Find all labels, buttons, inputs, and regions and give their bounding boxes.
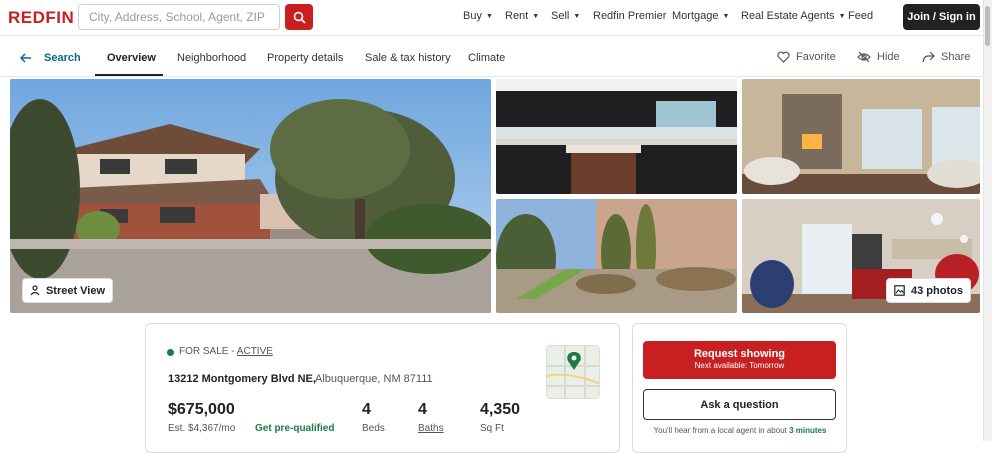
scrollbar-thumb[interactable]: [985, 6, 990, 46]
chevron-down-icon: ▼: [722, 13, 730, 20]
tab-sale-tax-history[interactable]: Sale & tax history: [365, 52, 451, 64]
join-sign-in-button[interactable]: Join / Sign in: [903, 4, 980, 30]
nav-rent-label: Rent: [505, 10, 529, 22]
listing-price: $675,000: [168, 401, 235, 418]
street-address: 13212 Montgomery Blvd NE,: [168, 373, 316, 385]
status-active: ACTIVE: [236, 346, 273, 357]
status-prefix: FOR SALE -: [179, 346, 237, 357]
street-view-button[interactable]: Street View: [22, 278, 113, 303]
nav-feed-label: Feed: [848, 10, 874, 22]
note-prefix: You'll hear from a local agent in about: [653, 426, 790, 435]
get-prequalified-link[interactable]: Get pre-qualified: [255, 423, 334, 434]
redfin-logo[interactable]: REDFIN: [8, 8, 74, 28]
nav-redfin-premier[interactable]: Redfin Premier: [593, 10, 666, 22]
chevron-down-icon: ▼: [573, 13, 581, 20]
listing-status: FOR SALE - ACTIVE: [179, 346, 273, 357]
share-icon: [922, 51, 935, 63]
nav-mortgage-label: Mortgage: [672, 10, 719, 22]
nav-buy[interactable]: Buy ▼: [463, 10, 493, 22]
beds-label: Beds: [362, 423, 385, 434]
kitchen-photo[interactable]: [496, 79, 737, 194]
nav-real-estate-agents-label: Real Estate Agents: [741, 10, 835, 22]
backyard-photo[interactable]: [496, 199, 737, 313]
search-input[interactable]: [79, 5, 279, 29]
request-showing-subtext: Next available: Tomorrow: [694, 361, 785, 370]
image-icon: [894, 285, 905, 296]
page-scrollbar[interactable]: [983, 0, 992, 441]
tab-overview[interactable]: Overview: [107, 52, 156, 64]
search-button[interactable]: [285, 4, 313, 30]
city-address: Albuquerque, NM 87111: [315, 373, 433, 385]
estimated-payment: Est. $4,367/mo: [168, 423, 236, 434]
back-to-search-link[interactable]: Search: [20, 52, 81, 64]
back-label: Search: [44, 52, 81, 64]
favorite-label: Favorite: [796, 51, 836, 63]
nav-mortgage[interactable]: Mortgage ▼: [672, 10, 729, 22]
agent-response-note: You'll hear from a local agent in about …: [639, 426, 841, 435]
status-dot: [167, 349, 174, 356]
request-showing-button[interactable]: Request showing Next available: Tomorrow: [643, 341, 836, 379]
note-time: 3 minutes: [789, 426, 827, 435]
contact-agent-card: Request showing Next available: Tomorrow…: [632, 323, 847, 453]
top-header: REDFIN Buy▼ Rent▼ Sell▼ Redfin Premier M…: [0, 0, 992, 36]
arrow-left-icon: [20, 53, 31, 63]
street-view-label: Street View: [45, 284, 106, 297]
sqft-label: Sq Ft: [480, 423, 504, 434]
hide-button[interactable]: Hide: [857, 51, 900, 63]
beds-value: 4: [362, 401, 371, 418]
nav-buy-label: Buy: [463, 10, 482, 22]
chevron-down-icon: ▼: [532, 13, 540, 20]
chevron-down-icon: ▼: [485, 13, 493, 20]
tab-climate[interactable]: Climate: [468, 52, 505, 64]
person-icon: [30, 285, 40, 296]
living-room-photo[interactable]: [742, 79, 980, 194]
share-label: Share: [941, 51, 971, 63]
active-tab-underline: [95, 74, 163, 76]
sqft-value: 4,350: [480, 401, 521, 418]
nav-rent[interactable]: Rent ▼: [505, 10, 539, 22]
search-box[interactable]: [78, 4, 280, 30]
baths-label[interactable]: Baths: [418, 423, 444, 434]
tab-neighborhood[interactable]: Neighborhood: [177, 52, 246, 64]
listing-subnav: Search Overview Neighborhood Property de…: [0, 37, 992, 77]
nav-redfin-premier-label: Redfin Premier: [593, 10, 667, 22]
photo-count-label: 43 photos: [911, 284, 963, 297]
eye-off-icon: [857, 51, 871, 63]
nav-real-estate-agents[interactable]: Real Estate Agents ▼: [741, 10, 846, 22]
nav-sell-label: Sell: [551, 10, 570, 22]
nav-feed[interactable]: Feed: [848, 10, 873, 22]
hide-label: Hide: [877, 51, 900, 63]
request-showing-label: Request showing: [693, 348, 786, 360]
photo-count-button[interactable]: 43 photos: [886, 278, 971, 303]
favorite-button[interactable]: Favorite: [777, 51, 836, 63]
ask-question-button[interactable]: Ask a question: [643, 389, 836, 420]
listing-summary-card: FOR SALE - ACTIVE 13212 Montgomery Blvd …: [145, 323, 620, 453]
share-button[interactable]: Share: [922, 51, 970, 63]
map-thumbnail[interactable]: [546, 345, 600, 399]
baths-value: 4: [418, 401, 427, 418]
chevron-down-icon: ▼: [838, 13, 846, 20]
heart-icon: [777, 51, 790, 63]
search-icon: [293, 11, 306, 24]
tab-property-details[interactable]: Property details: [267, 52, 343, 64]
nav-sell[interactable]: Sell ▼: [551, 10, 580, 22]
